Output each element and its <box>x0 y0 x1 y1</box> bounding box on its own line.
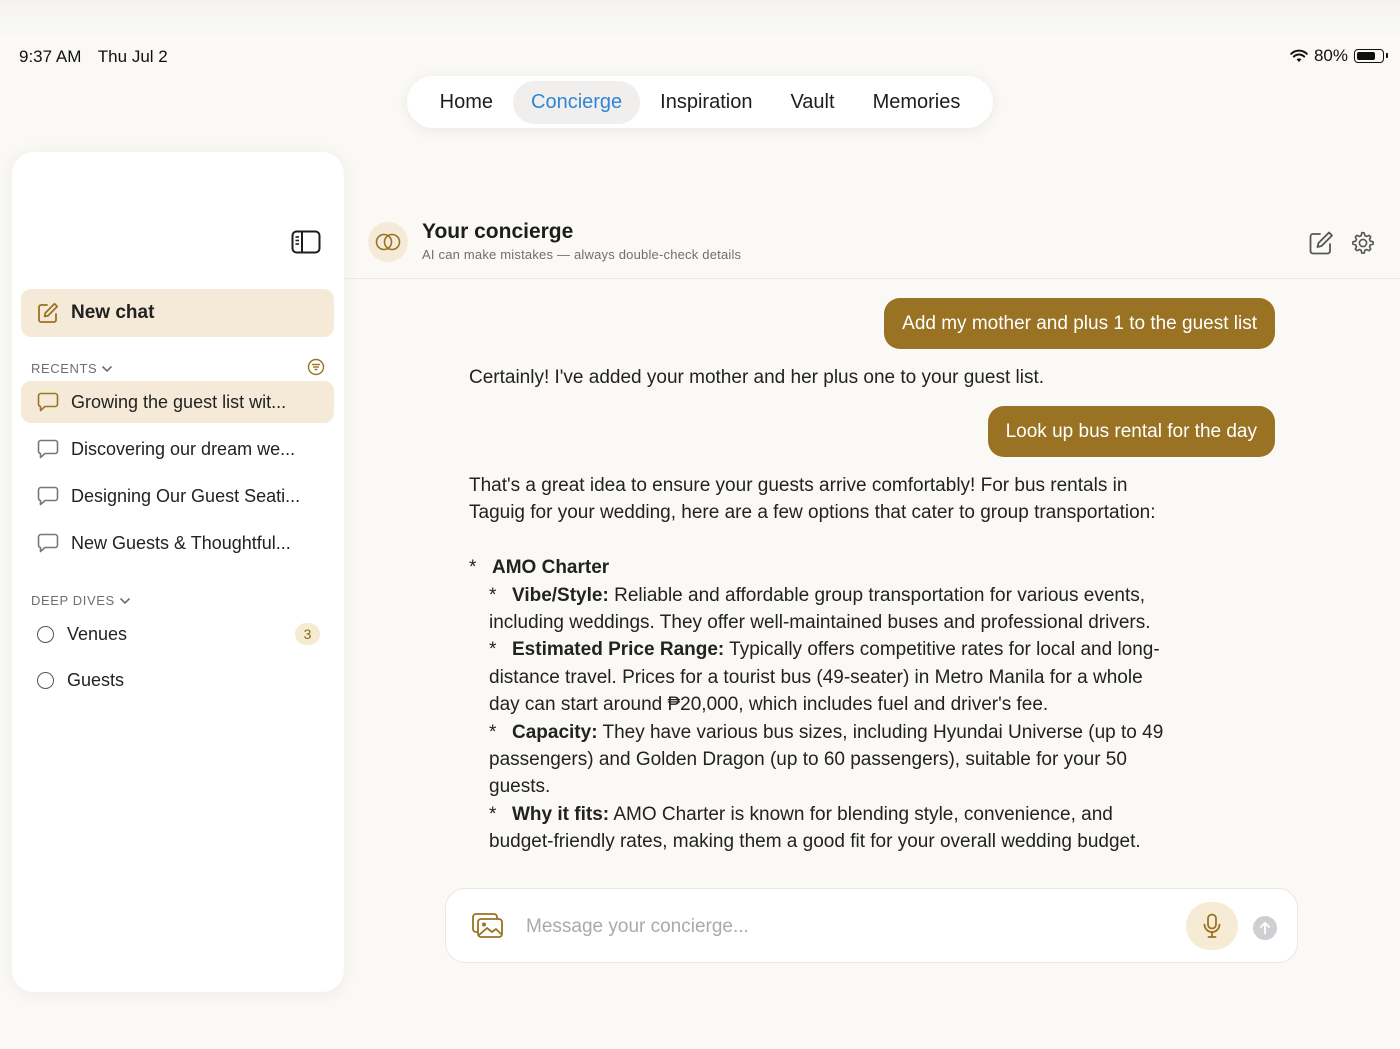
microphone-icon <box>1203 913 1221 938</box>
status-date: Thu Jul 2 <box>97 47 168 66</box>
recent-chat-label: Discovering our dream we... <box>71 438 296 459</box>
chat-title: Your concierge <box>422 220 574 243</box>
new-chat-label: New chat <box>71 302 155 323</box>
top-fade <box>0 0 1400 40</box>
chevron-down-icon <box>119 597 130 604</box>
deep-dive-label: Guests <box>67 669 125 690</box>
recent-chat-label: New Guests & Thoughtful... <box>71 532 291 553</box>
sidebar: New chat RECENTS Growing the guest list … <box>12 152 344 992</box>
option-detail: * Vibe/Style: Reliable and affordable gro… <box>489 584 1151 634</box>
detail-label: Capacity: <box>512 721 598 743</box>
tab-vault[interactable]: Vault <box>772 81 852 124</box>
option-detail: * Capacity: They have various bus sizes, … <box>489 721 1164 798</box>
option-detail: * Why it fits: AMO Charter is known for b… <box>489 803 1141 853</box>
bullet-marker: * <box>469 557 477 579</box>
user-message: Add my mother and plus 1 to the guest li… <box>884 298 1275 349</box>
deep-dive-label: Venues <box>67 623 128 644</box>
circle-icon <box>37 625 54 643</box>
detail-label: Vibe/Style: <box>512 584 609 606</box>
chat-disclaimer: AI can make mistakes — always double-che… <box>422 247 742 262</box>
assistant-message: That's a great idea to ensure your guest… <box>469 472 1169 856</box>
battery-fill <box>1357 52 1376 60</box>
top-nav: Home Concierge Inspiration Vault Memorie… <box>407 76 993 128</box>
message-input[interactable] <box>524 909 1148 945</box>
assistant-intro: That's a great idea to ensure your guest… <box>469 475 1156 524</box>
send-button[interactable] <box>1253 916 1277 940</box>
deep-dive-venues[interactable]: Venues 3 <box>21 613 334 655</box>
assistant-text: Certainly! I've added your mother and he… <box>469 367 1045 388</box>
tab-inspiration[interactable]: Inspiration <box>642 81 770 124</box>
deep-dive-guests[interactable]: Guests <box>21 659 334 701</box>
chevron-down-icon <box>102 365 113 372</box>
deep-dives-label: DEEP DIVES <box>31 593 115 608</box>
recent-chat-item[interactable]: Discovering our dream we... <box>21 428 334 470</box>
tab-memories[interactable]: Memories <box>855 81 979 124</box>
compose-icon[interactable] <box>1308 230 1334 256</box>
microphone-button[interactable] <box>1186 902 1238 950</box>
recents-header[interactable]: RECENTS <box>31 361 113 376</box>
chat-bubble-icon <box>37 439 59 459</box>
deep-dives-header[interactable]: DEEP DIVES <box>31 593 131 608</box>
tab-concierge[interactable]: Concierge <box>513 80 641 124</box>
detail-label: Estimated Price Range: <box>512 639 725 661</box>
option-detail: * Estimated Price Range: Typically offers… <box>489 639 1160 716</box>
sidebar-toggle-icon[interactable] <box>291 230 321 254</box>
status-bar: 9:37 AM Thu Jul 2 80% <box>0 44 1400 70</box>
option-name: AMO Charter <box>492 557 610 579</box>
option-item: * AMO Charter <box>469 554 1169 581</box>
filter-icon[interactable] <box>307 358 325 376</box>
detail-label: Why it fits: <box>512 803 610 825</box>
recent-chat-label: Designing Our Guest Seati... <box>71 485 301 506</box>
settings-gear-icon[interactable] <box>1349 230 1375 256</box>
new-chat-button[interactable]: New chat <box>21 289 334 337</box>
count-badge: 3 <box>295 623 320 645</box>
user-message: Look up bus rental for the day <box>987 406 1275 457</box>
compose-icon <box>38 302 59 323</box>
chat-bubble-icon <box>37 392 59 412</box>
recent-chat-item[interactable]: Growing the guest list wit... <box>21 381 334 423</box>
chat-bubble-icon <box>37 486 59 506</box>
circle-icon <box>37 671 54 689</box>
chat-bubble-icon <box>37 533 59 553</box>
recents-label: RECENTS <box>31 361 98 376</box>
message-composer <box>445 888 1298 963</box>
battery-icon <box>1354 49 1388 63</box>
status-time: 9:37 AM <box>19 47 82 66</box>
wifi-icon <box>1290 49 1308 62</box>
concierge-avatar <box>368 222 408 262</box>
concierge-rings-icon <box>375 233 401 251</box>
assistant-message: Certainly! I've added your mother and he… <box>469 364 1169 391</box>
battery-percent: 80% <box>1313 46 1348 65</box>
send-arrow-icon <box>1259 921 1271 935</box>
recent-chat-item[interactable]: Designing Our Guest Seati... <box>21 475 334 517</box>
chat-header: Your concierge AI can make mistakes — al… <box>344 210 1400 279</box>
photo-library-icon[interactable] <box>472 913 504 939</box>
tab-home[interactable]: Home <box>422 81 511 124</box>
recent-chat-item[interactable]: New Guests & Thoughtful... <box>21 522 334 564</box>
recent-chat-label: Growing the guest list wit... <box>71 391 287 412</box>
